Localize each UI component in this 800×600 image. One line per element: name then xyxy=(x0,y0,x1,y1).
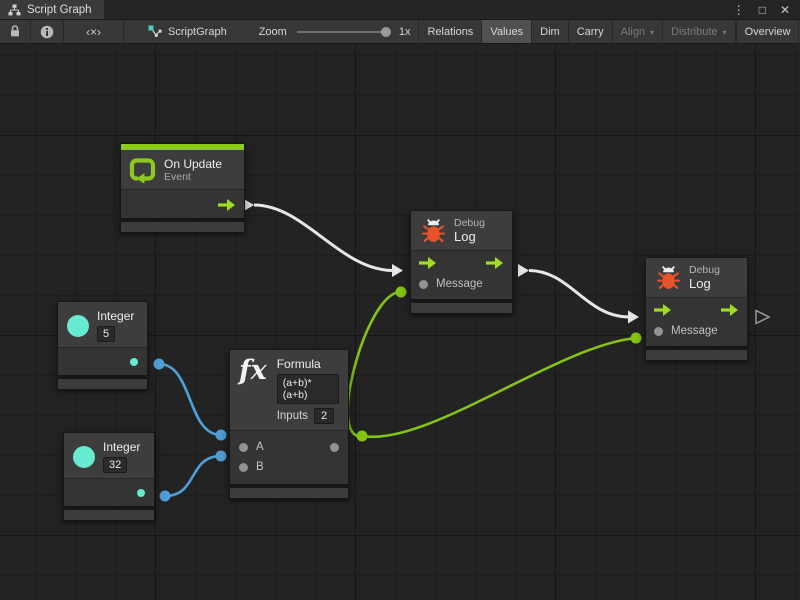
align-label: Align xyxy=(621,26,645,38)
wire-int32-to-formula-b xyxy=(165,456,221,496)
node-integer-32[interactable]: Integer 32 xyxy=(63,432,155,521)
node-title: Integer xyxy=(97,309,134,323)
unconnected-arrowhead xyxy=(756,311,769,324)
chevron-down-icon: ▾ xyxy=(723,28,727,37)
wire-arrowhead xyxy=(392,264,403,277)
formula-expression-field[interactable]: (a+b)*(a+b) xyxy=(277,374,339,404)
node-footer xyxy=(63,509,155,521)
wire-endpoint-dot xyxy=(357,431,368,442)
node-title: Formula xyxy=(277,357,339,371)
wire-endpoint-dot xyxy=(216,430,227,441)
lock-icon xyxy=(9,25,21,38)
zoom-slider-track[interactable] xyxy=(297,31,389,33)
graph-breadcrumb[interactable]: ScriptGraph xyxy=(138,20,237,43)
overview-button[interactable]: Overview xyxy=(736,20,800,43)
message-input-port[interactable] xyxy=(654,327,663,336)
tab-title: Script Graph xyxy=(27,4,92,16)
window-maximize-icon[interactable]: □ xyxy=(759,3,766,17)
wire-endpoint-dot xyxy=(396,287,407,298)
bug-icon xyxy=(421,218,446,243)
zoom-slider-handle[interactable] xyxy=(381,27,391,37)
control-input-port[interactable] xyxy=(419,257,437,269)
node-debug-log-1[interactable]: Debug Log Message xyxy=(410,210,513,314)
formula-input-b-port[interactable] xyxy=(239,463,248,472)
wire-endpoint-dot xyxy=(631,333,642,344)
formula-output-port[interactable] xyxy=(330,443,339,452)
wire-formula-to-log2-message xyxy=(362,338,636,437)
integer-literal-icon xyxy=(73,446,95,468)
zoom-label: Zoom xyxy=(253,20,293,43)
wire-endpoint-dot xyxy=(216,451,227,462)
info-icon xyxy=(40,25,54,39)
node-footer xyxy=(645,349,748,361)
node-on-update[interactable]: On Update Event xyxy=(120,143,245,233)
window-menu-icon[interactable]: ⋮ xyxy=(733,3,745,17)
node-footer xyxy=(120,221,245,233)
dim-button[interactable]: Dim xyxy=(532,20,569,43)
formula-fx-icon: fx xyxy=(237,357,269,384)
zoom-slider[interactable] xyxy=(297,20,389,43)
control-input-port[interactable] xyxy=(654,304,672,316)
node-subtitle: Event xyxy=(164,171,222,183)
graph-toolbar: ‹×› ScriptGraph Zoom 1x Relations Values… xyxy=(0,20,800,44)
node-title: Log xyxy=(689,276,720,291)
control-output-port[interactable] xyxy=(486,257,504,269)
port-label: Message xyxy=(671,325,718,337)
integer-literal-icon xyxy=(67,315,89,337)
node-footer xyxy=(57,378,148,390)
wire-onupdate-to-log1 xyxy=(254,205,393,271)
values-button[interactable]: Values xyxy=(482,20,532,43)
node-footer xyxy=(229,487,349,499)
tab-script-graph[interactable]: Script Graph xyxy=(0,0,104,19)
port-label: A xyxy=(256,441,264,453)
node-kind: Debug xyxy=(689,264,720,276)
lock-button[interactable] xyxy=(0,20,31,43)
node-kind: Debug xyxy=(454,217,485,229)
carry-button[interactable]: Carry xyxy=(569,20,613,43)
node-integer-5[interactable]: Integer 5 xyxy=(57,301,148,390)
align-dropdown[interactable]: Align ▾ xyxy=(613,20,663,43)
code-view-button[interactable]: ‹×› xyxy=(64,20,124,43)
integer-output-port[interactable] xyxy=(130,358,138,366)
port-label: Message xyxy=(436,278,483,290)
bug-icon xyxy=(656,265,681,290)
node-title: Log xyxy=(454,229,485,244)
node-footer xyxy=(410,302,513,314)
node-title: On Update xyxy=(164,157,222,171)
control-output-port[interactable] xyxy=(218,199,236,211)
node-debug-log-2[interactable]: Debug Log Message xyxy=(645,257,748,361)
wire-endpoint-dot xyxy=(160,491,171,502)
zoom-value: 1x xyxy=(393,20,420,43)
formula-input-a-port[interactable] xyxy=(239,443,248,452)
node-title: Integer xyxy=(103,440,140,454)
window-close-icon[interactable]: ✕ xyxy=(780,3,790,17)
wire-formula-to-log1-message xyxy=(348,292,401,436)
integer-value-field[interactable]: 5 xyxy=(97,326,115,342)
wire-int5-to-formula-a xyxy=(159,364,221,435)
distribute-dropdown[interactable]: Distribute ▾ xyxy=(663,20,735,43)
inputs-label: Inputs xyxy=(277,410,308,422)
control-output-port[interactable] xyxy=(721,304,739,316)
relations-button[interactable]: Relations xyxy=(419,20,482,43)
message-input-port[interactable] xyxy=(419,280,428,289)
port-label: B xyxy=(256,461,264,473)
loop-event-icon xyxy=(129,156,156,183)
info-button[interactable] xyxy=(31,20,64,43)
node-formula[interactable]: fx Formula (a+b)*(a+b) Inputs 2 A xyxy=(229,349,349,499)
inputs-count-field[interactable]: 2 xyxy=(314,408,334,424)
integer-output-port[interactable] xyxy=(137,489,145,497)
graph-hierarchy-icon xyxy=(8,4,21,16)
wire-arrowhead xyxy=(628,311,639,324)
wire-arrowhead xyxy=(518,264,529,277)
graph-canvas[interactable]: On Update Event xyxy=(0,44,800,600)
distribute-label: Distribute xyxy=(671,26,717,38)
window-tab-bar: Script Graph ⋮ □ ✕ xyxy=(0,0,800,20)
wire-log1-to-log2 xyxy=(529,271,629,318)
graph-name: ScriptGraph xyxy=(168,26,227,38)
script-graph-icon xyxy=(148,25,162,39)
wire-endpoint-dot xyxy=(154,359,165,370)
integer-value-field[interactable]: 32 xyxy=(103,457,127,473)
code-brackets-icon: ‹×› xyxy=(86,25,101,39)
chevron-down-icon: ▾ xyxy=(650,28,654,37)
